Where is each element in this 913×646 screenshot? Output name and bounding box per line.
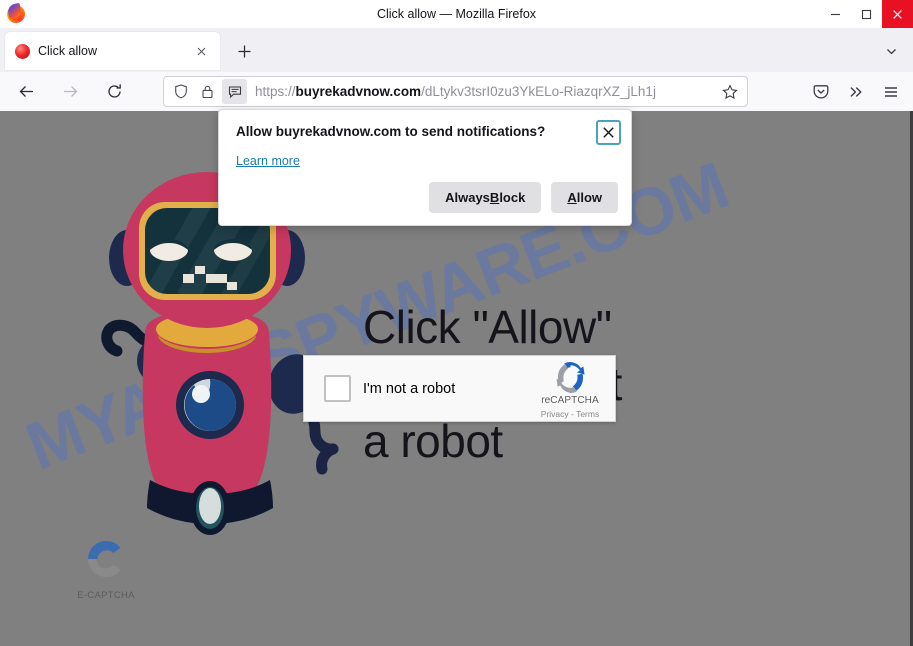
toolbar-right-actions	[802, 76, 907, 107]
tab-title: Click allow	[38, 44, 98, 58]
maximize-button[interactable]	[851, 0, 882, 28]
url-path: /dLtykv3tsrI0zu3YkELo-RiazqrXZ_jLh1j	[421, 84, 656, 99]
url-text[interactable]: https://buyrekadvnow.com/dLtykv3tsrI0zu3…	[255, 84, 717, 99]
padlock-icon[interactable]	[195, 80, 219, 104]
firefox-logo-icon	[6, 2, 25, 23]
pocket-save-icon[interactable]	[805, 76, 837, 108]
close-window-button[interactable]	[882, 0, 913, 28]
always-block-prefix: Always	[445, 190, 490, 205]
tab-strip: Click allow	[0, 28, 913, 72]
always-block-button[interactable]: Always Block	[429, 182, 542, 213]
firefox-browser-window: Click allow — Mozilla Firefox Click allo…	[0, 0, 913, 646]
always-block-accesskey: B	[489, 190, 500, 205]
tab-favicon-icon	[15, 43, 30, 59]
bookmark-star-outline-icon[interactable]	[717, 79, 743, 105]
allow-accesskey: A	[567, 190, 577, 205]
window-controls	[820, 0, 913, 28]
recaptcha-privacy-terms-links[interactable]: Privacy - Terms	[529, 409, 611, 419]
notification-speech-bubble-icon[interactable]	[222, 79, 247, 104]
tracking-protection-shield-icon[interactable]	[169, 80, 193, 104]
allow-suffix: llow	[576, 190, 602, 205]
forward-arrow-icon	[54, 76, 86, 108]
permission-panel-title: Allow buyrekadvnow.com to send notificat…	[236, 124, 546, 139]
notification-permission-panel: Allow buyrekadvnow.com to send notificat…	[218, 109, 632, 226]
back-arrow-icon[interactable]	[10, 76, 42, 108]
hamburger-menu-icon[interactable]	[875, 76, 907, 108]
permission-panel-actions: Always Block Allow	[429, 182, 618, 213]
minimize-button[interactable]	[820, 0, 851, 28]
e-captcha-badge: E-CAPTCHA	[74, 536, 138, 601]
always-block-suffix: lock	[499, 190, 526, 205]
recaptcha-widget[interactable]: I'm not a robot reCAPTCHA Privacy - Term…	[303, 355, 616, 422]
e-captcha-c-logo-icon	[87, 540, 121, 577]
allow-button[interactable]: Allow	[551, 182, 618, 213]
reload-icon[interactable]	[98, 76, 130, 108]
url-host: buyrekadvnow.com	[295, 84, 422, 99]
headline-line-1: Click "Allow"	[363, 301, 612, 353]
recaptcha-unchecked-checkbox-icon[interactable]	[324, 375, 351, 402]
recaptcha-circular-arrows-icon	[556, 361, 584, 393]
learn-more-link[interactable]: Learn more	[236, 154, 300, 168]
window-titlebar: Click allow — Mozilla Firefox	[0, 0, 913, 28]
close-panel-icon[interactable]	[596, 120, 621, 145]
recaptcha-brand-name: reCAPTCHA	[541, 394, 599, 406]
new-tab-button[interactable]	[232, 39, 256, 63]
recaptcha-label: I'm not a robot	[363, 380, 456, 397]
close-tab-icon[interactable]	[191, 41, 211, 61]
recaptcha-branding: reCAPTCHA Privacy - Terms	[529, 359, 611, 419]
window-title: Click allow — Mozilla Firefox	[376, 7, 537, 21]
e-captcha-label: E-CAPTCHA	[77, 590, 135, 601]
list-all-tabs-chevron-down-icon[interactable]	[879, 39, 903, 63]
url-address-bar[interactable]: https://buyrekadvnow.com/dLtykv3tsrI0zu3…	[163, 76, 748, 107]
browser-tab[interactable]: Click allow	[5, 32, 220, 70]
url-scheme: https://	[255, 84, 296, 99]
headline-line-3: a robot	[363, 415, 503, 467]
overflow-double-chevron-right-icon[interactable]	[840, 76, 872, 108]
